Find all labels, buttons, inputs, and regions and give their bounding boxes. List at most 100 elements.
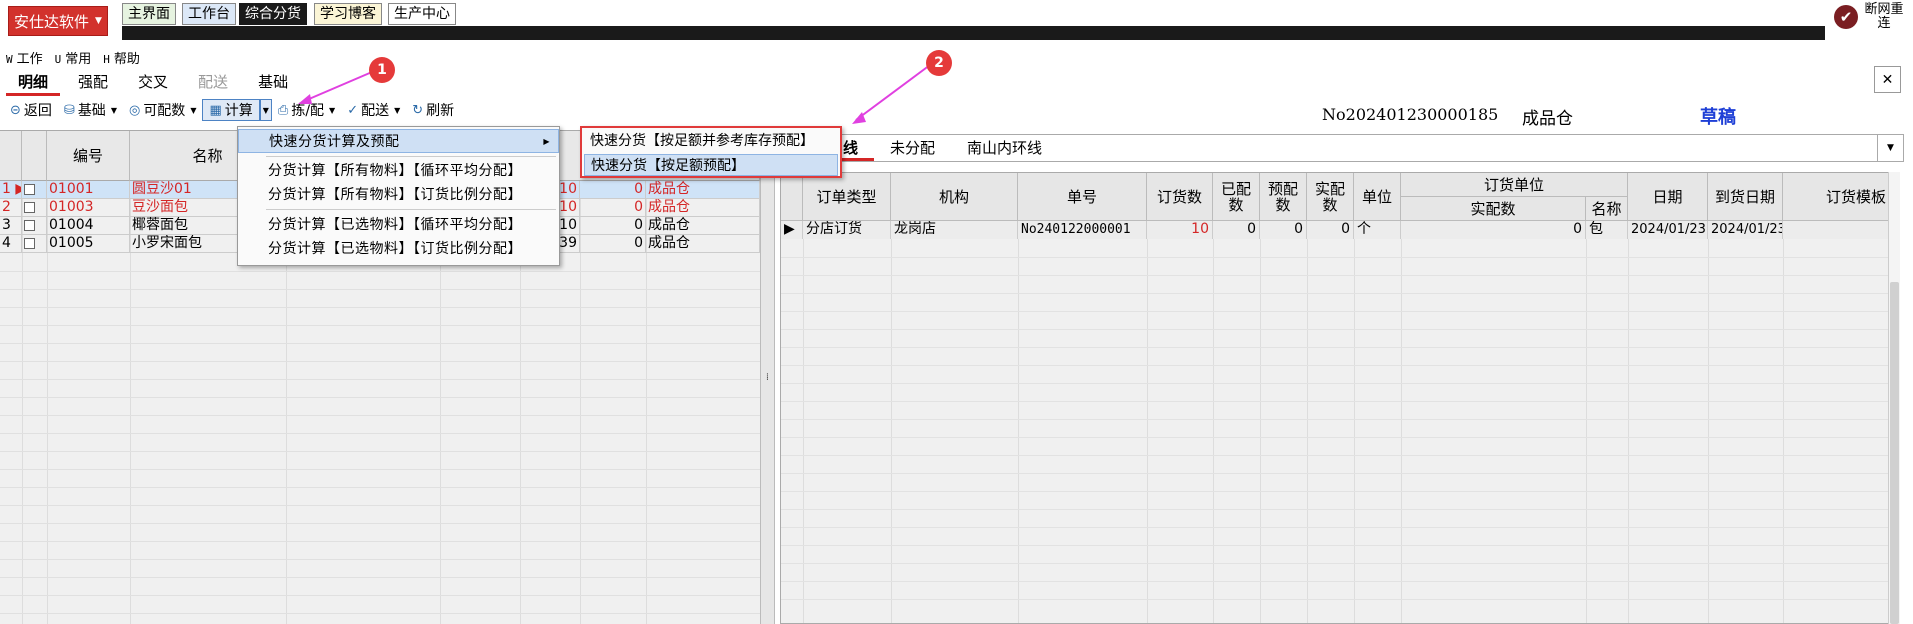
menu-separator <box>266 156 556 157</box>
column-header-allocated[interactable]: 已配数 <box>1213 173 1260 221</box>
order-grid: 订单类型 机构 单号 订货数 已配数 预配数 实配数 单位 订货单位 实配数 名… <box>780 172 1898 624</box>
header-label: 到货日期 <box>1714 187 1775 206</box>
cell-alloc: 0 <box>580 235 646 253</box>
menu-item-full-with-stock[interactable]: 快速分货【按足额并参考库存预配】 <box>584 130 838 152</box>
tab-unassigned[interactable]: 未分配 <box>874 135 951 161</box>
menu-key: H <box>103 53 110 66</box>
grid-line <box>781 311 1897 312</box>
grid-line <box>0 433 760 434</box>
calc-label: 计算 <box>224 103 253 119</box>
grid-line <box>781 257 1897 258</box>
checkbox-header[interactable] <box>22 131 47 181</box>
top-tab-label: 综合分货 <box>245 6 301 22</box>
deliver-button[interactable]: ✓ 配送 ▼ <box>341 99 406 121</box>
caret-down-icon: ▼ <box>262 105 269 115</box>
row-checkbox[interactable] <box>24 220 35 231</box>
column-header-date[interactable]: 日期 <box>1628 173 1708 221</box>
row-checkbox[interactable] <box>24 238 35 249</box>
pick-button[interactable]: ⎙ 拣/配 ▼ <box>272 99 341 121</box>
menu-item-all-proportional[interactable]: 分货计算【所有物料】【订货比例分配】 <box>238 183 559 207</box>
tab-detail[interactable]: 明细 <box>6 72 61 96</box>
grid-line <box>781 329 1897 330</box>
chevron-down-icon[interactable]: ▼ <box>1877 135 1903 161</box>
top-tab-production[interactable]: 生产中心 <box>388 3 456 25</box>
top-tab-workbench[interactable]: 工作台 <box>182 3 236 25</box>
grid-line <box>781 347 1897 348</box>
grid-line <box>1628 239 1629 623</box>
menu-help[interactable]: H 帮助 <box>103 48 140 67</box>
panel-splitter[interactable]: ⁞ <box>760 130 775 624</box>
column-header-pre[interactable]: 预配数 <box>1260 173 1307 221</box>
basic-button[interactable]: ⛁ 基础 ▼ <box>58 99 123 121</box>
top-tab-blog[interactable]: 学习博客 <box>314 3 382 25</box>
menu-item-all-round-robin[interactable]: 分货计算【所有物料】【循环平均分配】 <box>238 159 559 183</box>
column-header-org[interactable]: 机构 <box>891 173 1018 221</box>
tab-force[interactable]: 强配 <box>66 72 120 96</box>
grid-line <box>0 361 760 362</box>
column-header-unit[interactable]: 单位 <box>1354 173 1401 221</box>
scrollbar-thumb[interactable] <box>1890 282 1899 624</box>
warehouse-label: 成品仓 <box>1522 109 1573 129</box>
menu-work[interactable]: W 工作 <box>6 48 43 67</box>
close-icon[interactable]: ✕ <box>1874 66 1901 93</box>
tab-delivery: 配送 <box>198 73 229 91</box>
app-menu-button[interactable]: 安仕达软件 ▼ <box>8 6 108 36</box>
column-header-template[interactable]: 订货模板 <box>1783 173 1897 221</box>
column-header-actual[interactable]: 实配数 <box>1307 173 1354 221</box>
grid-line <box>781 527 1897 528</box>
top-tab-distribution[interactable]: 综合分货 <box>239 3 307 25</box>
row-checkbox-cell[interactable] <box>22 217 47 235</box>
column-header-arrival[interactable]: 到货日期 <box>1708 173 1783 221</box>
row-pointer-icon: ▶ <box>781 221 803 239</box>
grid-line <box>891 239 892 623</box>
reconnect-button[interactable]: ✔ 断网重连 <box>1834 0 1913 34</box>
header-label: 名称 <box>192 147 223 165</box>
top-tab-main[interactable]: 主界面 <box>122 3 176 25</box>
top-tab-label: 工作台 <box>188 6 230 22</box>
menu-key: U <box>54 53 62 66</box>
caret-down-icon: ▼ <box>190 105 197 115</box>
calc-button[interactable]: ▦ 计算 <box>202 99 260 121</box>
cell-template <box>1783 221 1897 239</box>
grid-line <box>0 289 760 290</box>
app-title: 安仕达软件 <box>14 12 90 31</box>
top-tab-label: 学习博客 <box>320 6 376 22</box>
caret-down-icon: ▼ <box>329 105 336 115</box>
refresh-button[interactable]: ↻ 刷新 <box>406 99 460 121</box>
header-label: 已配数 <box>1220 179 1251 214</box>
callout-number: 2 <box>934 55 944 71</box>
checkmark-icon: ✔ <box>1834 5 1858 29</box>
column-header-no[interactable]: 单号 <box>1018 173 1147 221</box>
column-header-order-qty[interactable]: 订货数 <box>1147 173 1213 221</box>
grid-line <box>781 473 1897 474</box>
row-index: 4 <box>0 235 22 253</box>
row-checkbox[interactable] <box>24 202 35 213</box>
row-index-label: 1 <box>2 181 11 197</box>
vertical-scrollbar[interactable] <box>1888 172 1900 624</box>
tab-cross[interactable]: 交叉 <box>126 72 180 96</box>
column-header-unit-name[interactable]: 名称 <box>1586 197 1628 221</box>
back-label: 返回 <box>23 103 52 119</box>
menu-item-selected-round-robin[interactable]: 分货计算【已选物料】【循环平均分配】 <box>238 213 559 237</box>
row-checkbox-cell[interactable] <box>22 181 47 199</box>
deliver-label: 配送 <box>361 103 390 119</box>
column-header-code[interactable]: 编号 <box>47 131 130 181</box>
menu-item-selected-proportional[interactable]: 分货计算【已选物料】【订货比例分配】 <box>238 237 559 261</box>
tab-basic[interactable]: 基础 <box>246 72 300 96</box>
menu-common[interactable]: U 常用 <box>54 48 92 67</box>
printer-icon: ⎙ <box>277 102 289 118</box>
calc-dropdown-button[interactable]: ▼ <box>259 99 272 121</box>
column-header-actual-qty[interactable]: 实配数 <box>1401 197 1586 221</box>
tab-nanshan-inner[interactable]: 南山内环线 <box>951 135 1058 161</box>
row-checkbox-cell[interactable] <box>22 235 47 253</box>
row-checkbox-cell[interactable] <box>22 199 47 217</box>
grid-line <box>0 505 760 506</box>
column-header-type[interactable]: 订单类型 <box>803 173 891 221</box>
cell-warehouse: 成品仓 <box>646 217 760 235</box>
available-button[interactable]: ◎ 可配数 ▼ <box>123 99 203 121</box>
back-button[interactable]: ⊝ 返回 <box>4 99 58 121</box>
menu-item-full-preallocate[interactable]: 快速分货【按足额预配】 <box>584 154 838 176</box>
menu-item-quick-calc[interactable]: 快速分货计算及预配 ▶ <box>238 129 559 153</box>
header-label: 订货数 <box>1156 187 1202 206</box>
row-checkbox[interactable] <box>24 184 35 195</box>
